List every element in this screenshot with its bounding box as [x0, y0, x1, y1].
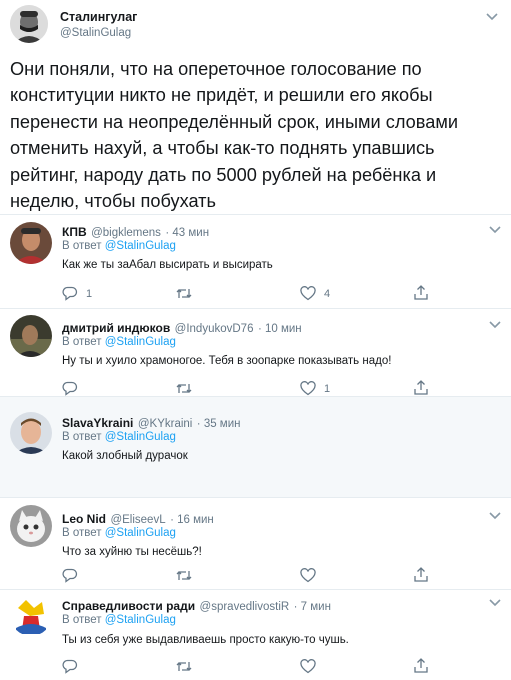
like-button[interactable] [300, 659, 316, 674]
chevron-down-icon[interactable] [488, 598, 502, 608]
reply-text: Ты из себя уже выдавливаешь просто какую… [62, 634, 349, 646]
share-button[interactable] [413, 285, 429, 301]
reply-author-name[interactable]: Справедливости ради [62, 599, 195, 613]
reply-text: Что за хуйню ты несёшь?! [62, 546, 202, 558]
divider [0, 589, 511, 590]
like-button[interactable] [300, 568, 316, 583]
avatar[interactable] [10, 412, 52, 454]
retweet-icon [176, 662, 192, 671]
retweet-icon [176, 571, 192, 580]
like-button[interactable]: 4 [300, 286, 330, 301]
retweet-button[interactable] [175, 381, 193, 396]
reply-author-name[interactable]: КПВ [62, 225, 87, 239]
like-icon [300, 381, 316, 396]
author-name[interactable]: Сталингулаг [60, 10, 137, 24]
reply-mention[interactable]: @StalinGulag [105, 240, 176, 252]
reply-to-prefix: В ответ [62, 527, 102, 539]
share-icon [414, 658, 428, 673]
like-count: 4 [324, 287, 331, 300]
share-button[interactable] [413, 380, 429, 396]
reply-time[interactable]: · 43 мин [165, 227, 209, 239]
reply-icon [62, 568, 78, 583]
chevron-down-icon[interactable] [485, 12, 499, 22]
reply-mention[interactable]: @StalinGulag [105, 614, 176, 626]
reply-author-handle[interactable]: @IndyukovD76 [175, 323, 254, 335]
retweet-icon [176, 384, 192, 393]
reply-author-name[interactable]: SlavaYkraini [62, 416, 133, 430]
like-icon [300, 286, 316, 301]
reply-time[interactable]: · 7 мин [294, 601, 331, 613]
reply-mention[interactable]: @StalinGulag [105, 431, 176, 443]
avatar[interactable] [10, 5, 48, 43]
like-icon [300, 568, 316, 583]
reply-to-prefix: В ответ [62, 336, 102, 348]
chevron-down-icon[interactable] [488, 511, 502, 521]
reply-to-prefix: В ответ [62, 431, 102, 443]
retweet-button[interactable] [175, 568, 193, 583]
share-icon [414, 380, 428, 395]
reply-to-prefix: В ответ [62, 614, 102, 626]
share-icon [414, 567, 428, 582]
avatar[interactable] [10, 505, 52, 547]
reply-author-handle[interactable]: @KYkraini [138, 418, 193, 430]
like-count: 1 [324, 382, 331, 395]
divider [0, 497, 511, 498]
reply-time[interactable]: · 10 мин [258, 323, 302, 335]
reply-mention[interactable]: @StalinGulag [105, 336, 176, 348]
reply-text: Как же ты заАбал высирать и высирать [62, 259, 273, 271]
like-icon [300, 659, 316, 674]
author-handle[interactable]: @StalinGulag [60, 27, 131, 39]
reply-button[interactable]: 1 [62, 286, 92, 301]
reply-author-handle[interactable]: @EliseevL [110, 514, 165, 526]
reply-icon [62, 659, 78, 674]
avatar[interactable] [10, 594, 52, 636]
reply-text: Ну ты и хуило храмоногое. Тебя в зоопарк… [62, 355, 392, 367]
share-button[interactable] [413, 658, 429, 674]
retweet-button[interactable] [175, 286, 193, 301]
tweet-text: Они поняли, что на опереточное голосован… [10, 59, 459, 212]
divider [0, 308, 511, 309]
share-button[interactable] [413, 567, 429, 583]
chevron-down-icon[interactable] [488, 320, 502, 330]
reply-text: Какой злобный дурачок [62, 450, 188, 462]
reply-icon [62, 381, 78, 396]
reply-author-handle[interactable]: @bigklemens [91, 227, 161, 239]
reply-to-prefix: В ответ [62, 240, 102, 252]
retweet-button[interactable] [175, 659, 193, 674]
chevron-down-icon[interactable] [488, 225, 502, 235]
reply-author-name[interactable]: Leo Nid [62, 512, 106, 526]
reply-author-handle[interactable]: @spravedlivostiR [200, 601, 290, 613]
retweet-icon [176, 289, 192, 298]
reply-button[interactable] [62, 381, 78, 396]
reply-button[interactable] [62, 659, 78, 674]
like-button[interactable]: 1 [300, 381, 330, 396]
reply-time[interactable]: · 16 мин [170, 514, 214, 526]
reply-count: 1 [86, 287, 93, 300]
divider [0, 214, 511, 215]
reply-mention[interactable]: @StalinGulag [105, 527, 176, 539]
avatar[interactable] [10, 222, 52, 264]
reply-icon [62, 286, 78, 301]
reply-button[interactable] [62, 568, 78, 583]
reply-time[interactable]: · 35 мин [197, 418, 241, 430]
avatar[interactable] [10, 315, 52, 357]
reply-author-name[interactable]: дмитрий индюков [62, 321, 170, 335]
share-icon [414, 285, 428, 300]
reply-card-highlight[interactable] [0, 397, 511, 497]
